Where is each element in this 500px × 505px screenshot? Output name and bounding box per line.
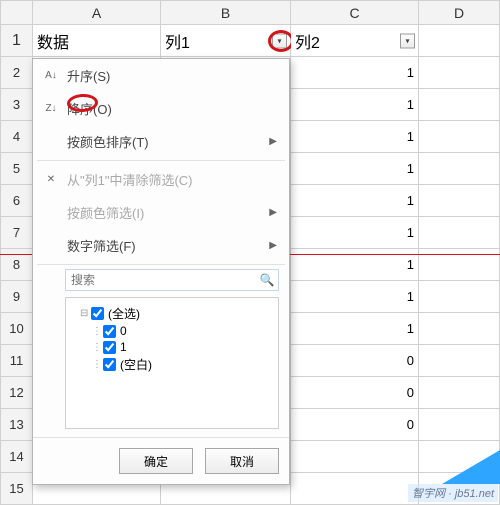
header-C-label: 列2: [295, 35, 320, 52]
filter-by-color: 按颜色筛选(I) ▶: [33, 196, 289, 229]
filter-item-label: (空白): [120, 356, 152, 373]
filter-by-color-label: 按颜色筛选(I): [67, 203, 144, 222]
row-num[interactable]: 9: [1, 281, 33, 313]
filter-item-1[interactable]: ⋮ 1: [72, 339, 272, 355]
tree-expand-icon: ⊟: [80, 308, 89, 319]
clear-filter-icon: ✕: [43, 172, 59, 188]
sort-desc-icon: Z↓: [43, 101, 59, 117]
row-num[interactable]: 14: [1, 441, 33, 473]
ok-button[interactable]: 确定: [119, 448, 193, 474]
row-num[interactable]: 8: [1, 249, 33, 281]
checkbox-select-all[interactable]: [91, 307, 104, 320]
sort-desc-label: 降序(O): [67, 99, 112, 118]
row-num[interactable]: 2: [1, 57, 33, 89]
header-A-label: 数据: [37, 35, 69, 52]
clear-filter: ✕ 从"列1"中清除筛选(C): [33, 163, 289, 196]
cell-C11[interactable]: 0: [291, 345, 419, 377]
filter-item-label: 0: [120, 324, 127, 338]
number-filter[interactable]: 数字筛选(F) ▶: [33, 229, 289, 262]
sort-asc-label: 升序(S): [67, 66, 110, 85]
sort-asc-icon: A↓: [43, 68, 59, 84]
row-num[interactable]: 1: [1, 25, 33, 57]
number-filter-label: 数字筛选(F): [67, 236, 136, 255]
header-B-label: 列1: [165, 35, 190, 52]
row-num[interactable]: 4: [1, 121, 33, 153]
filter-button-C[interactable]: ▾: [400, 33, 415, 48]
header-B[interactable]: 列1 ▾: [161, 25, 291, 57]
row-num[interactable]: 13: [1, 409, 33, 441]
filter-button-B[interactable]: ▾: [272, 33, 287, 48]
cancel-button[interactable]: 取消: [205, 448, 279, 474]
checkbox-0[interactable]: [103, 325, 116, 338]
row-num[interactable]: 12: [1, 377, 33, 409]
cell-C9[interactable]: 1: [291, 281, 419, 313]
row-num[interactable]: 5: [1, 153, 33, 185]
page-curl-decoration: [442, 450, 500, 484]
filter-item-blank[interactable]: ⋮ (空白): [72, 355, 272, 374]
submenu-indicator-icon: ▶: [269, 207, 277, 218]
filter-item-0[interactable]: ⋮ 0: [72, 323, 272, 339]
header-C[interactable]: 列2 ▾: [291, 25, 419, 57]
header-A[interactable]: 数据: [33, 25, 161, 57]
col-A[interactable]: A: [33, 1, 161, 25]
row-num[interactable]: 6: [1, 185, 33, 217]
row-num[interactable]: 15: [1, 473, 33, 505]
cell-C3[interactable]: 1: [291, 89, 419, 121]
clear-filter-label: 从"列1"中清除筛选(C): [67, 170, 193, 189]
filter-search[interactable]: 🔍: [65, 269, 279, 291]
cell-C6[interactable]: 1: [291, 185, 419, 217]
col-B[interactable]: B: [161, 1, 291, 25]
filter-search-input[interactable]: [66, 270, 256, 290]
sort-asc[interactable]: A↓ 升序(S): [33, 59, 289, 92]
submenu-indicator-icon: ▶: [269, 136, 277, 147]
submenu-indicator-icon: ▶: [269, 240, 277, 251]
col-D[interactable]: D: [419, 1, 500, 25]
col-C[interactable]: C: [291, 1, 419, 25]
cell-C4[interactable]: 1: [291, 121, 419, 153]
row-num[interactable]: 11: [1, 345, 33, 377]
sort-by-color[interactable]: 按颜色排序(T) ▶: [33, 125, 289, 158]
cell-C5[interactable]: 1: [291, 153, 419, 185]
filter-dropdown: A↓ 升序(S) Z↓ 降序(O) 按颜色排序(T) ▶ ✕ 从"列1"中清除筛…: [32, 58, 290, 485]
filter-values-tree: ⊟ (全选) ⋮ 0 ⋮ 1 ⋮ (空白): [65, 297, 279, 429]
cell-C7[interactable]: 1: [291, 217, 419, 249]
cell-C13[interactable]: 0: [291, 409, 419, 441]
search-icon: 🔍: [256, 270, 278, 290]
checkbox-blank[interactable]: [103, 358, 116, 371]
cell-C10[interactable]: 1: [291, 313, 419, 345]
cell-C8[interactable]: 1: [291, 249, 419, 281]
checkbox-1[interactable]: [103, 341, 116, 354]
cell-C12[interactable]: 0: [291, 377, 419, 409]
cell-C2[interactable]: 1: [291, 57, 419, 89]
sort-desc[interactable]: Z↓ 降序(O): [33, 92, 289, 125]
watermark: 智宇网 · jb51.net: [408, 484, 498, 502]
filter-item-select-all[interactable]: ⊟ (全选): [72, 304, 272, 323]
row-num[interactable]: 10: [1, 313, 33, 345]
filter-item-label: 1: [120, 340, 127, 354]
filter-item-label: (全选): [108, 305, 140, 322]
sort-by-color-label: 按颜色排序(T): [67, 132, 149, 151]
row-num[interactable]: 7: [1, 217, 33, 249]
row-num[interactable]: 3: [1, 89, 33, 121]
